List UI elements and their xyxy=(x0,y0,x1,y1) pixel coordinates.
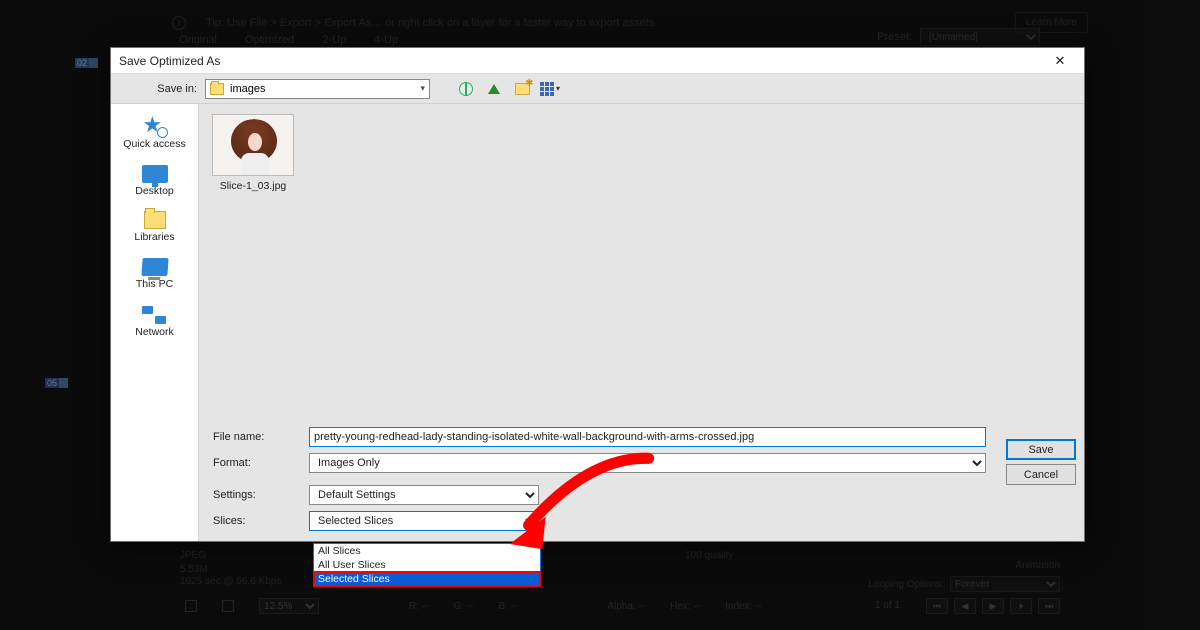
slice-badge-02-icon xyxy=(89,58,98,68)
slice-badge-05-icon xyxy=(59,378,68,388)
preset-select[interactable]: [Unnamed] xyxy=(920,28,1040,46)
info-icon: i xyxy=(172,16,186,30)
chevron-down-icon: ▾ xyxy=(556,84,560,93)
place-label: Quick access xyxy=(123,139,185,151)
animation-label: Animation xyxy=(1016,560,1060,571)
channel-b: B: -- xyxy=(498,601,517,612)
filename-input[interactable] xyxy=(309,427,986,447)
new-folder-button[interactable] xyxy=(512,79,532,99)
savein-combo[interactable]: images ▾ xyxy=(205,79,430,99)
channel-g: G: -- xyxy=(453,601,473,612)
last-frame-button[interactable]: ⏭ xyxy=(1038,598,1060,614)
status-bar: JPEG 5.53M 1025 sec @ 56.6 Kbps 100 qual… xyxy=(160,550,1100,620)
settings-label: Settings: xyxy=(199,489,309,501)
format-select[interactable]: Images Only xyxy=(309,453,986,473)
channel-index: Index: -- xyxy=(725,601,762,612)
thumbnail-label: Slice-1_03.jpg xyxy=(220,180,287,192)
prev-frame-button[interactable]: ◀ xyxy=(954,598,976,614)
slices-option-all[interactable]: All Slices xyxy=(314,544,540,558)
quick-access-icon xyxy=(144,114,166,136)
settings-select[interactable]: Default Settings xyxy=(309,485,539,505)
looping-label: Looping Options: xyxy=(868,579,944,590)
filename-label: File name: xyxy=(199,431,309,443)
slices-option-selected[interactable]: Selected Slices xyxy=(314,572,540,586)
location-strip: Save in: images ▾ ▾ xyxy=(111,74,1084,104)
frame-counter: 1 of 1 xyxy=(875,598,900,614)
learn-more-button[interactable]: Learn More xyxy=(1015,12,1088,33)
preset-row: Preset: [Unnamed] xyxy=(877,28,1040,46)
play-button[interactable]: ▶ xyxy=(982,598,1004,614)
view-menu-button[interactable]: ▾ xyxy=(540,79,560,99)
zoom-select[interactable]: 12.5% xyxy=(259,598,319,614)
save-dialog: Save Optimized As ✕ Save in: images ▾ ▾ … xyxy=(110,47,1085,542)
place-quick-access[interactable]: Quick access xyxy=(123,114,185,151)
close-button[interactable]: ✕ xyxy=(1044,50,1076,72)
status-size: 5.53M xyxy=(180,564,208,575)
place-this-pc[interactable]: This PC xyxy=(136,258,173,291)
checkbox-b[interactable] xyxy=(222,600,234,612)
next-frame-button[interactable]: ⏵ xyxy=(1010,598,1032,614)
looping-row: Looping Options: Forever xyxy=(868,576,1060,592)
slices-label: Slices: xyxy=(199,515,309,527)
back-button[interactable] xyxy=(456,79,476,99)
new-folder-icon xyxy=(515,83,530,95)
places-sidebar: Quick access Desktop Libraries This PC N… xyxy=(111,104,199,541)
view-grid-icon xyxy=(540,82,554,96)
libraries-icon xyxy=(144,211,166,229)
savein-label: Save in: xyxy=(119,83,197,95)
status-time: 1025 sec @ 56.6 Kbps xyxy=(180,576,281,587)
format-label: Format: xyxy=(199,457,309,469)
slices-option-user[interactable]: All User Slices xyxy=(314,558,540,572)
channel-r: R: -- xyxy=(409,601,428,612)
playback-controls: 1 of 1 ⏮ ◀ ▶ ⏵ ⏭ xyxy=(875,598,1060,614)
place-label: Network xyxy=(135,327,174,339)
channel-alpha: Alpha: -- xyxy=(607,601,645,612)
status-type: JPEG xyxy=(180,550,206,561)
form-area: File name: Format: Images Only Settings:… xyxy=(199,425,1076,535)
folder-icon xyxy=(210,83,224,95)
titlebar: Save Optimized As ✕ xyxy=(111,48,1084,74)
up-button[interactable] xyxy=(484,79,504,99)
looping-select[interactable]: Forever xyxy=(950,576,1060,592)
save-button[interactable]: Save xyxy=(1006,439,1076,460)
place-desktop[interactable]: Desktop xyxy=(135,165,174,198)
up-arrow-icon xyxy=(488,84,500,94)
slice-badge-05: 05 xyxy=(45,378,59,388)
checkbox-a[interactable] xyxy=(185,600,197,612)
dialog-title: Save Optimized As xyxy=(119,54,1044,68)
first-frame-button[interactable]: ⏮ xyxy=(926,598,948,614)
tip-text: Tip: Use File > Export > Export As… or r… xyxy=(206,17,995,29)
globe-icon xyxy=(459,82,473,96)
slice-badge-02: 02 xyxy=(75,58,89,68)
channel-hex: Hex: -- xyxy=(670,601,700,612)
thumbnail-image xyxy=(212,114,294,176)
tip-bar: i Tip: Use File > Export > Export As… or… xyxy=(160,0,1100,45)
place-network[interactable]: Network xyxy=(135,304,174,339)
status-quality: 100 quality xyxy=(685,550,733,561)
savein-value: images xyxy=(230,83,265,95)
place-libraries[interactable]: Libraries xyxy=(134,211,174,244)
slices-select[interactable]: Selected Slices xyxy=(309,511,539,531)
file-thumbnail[interactable]: Slice-1_03.jpg xyxy=(209,114,297,192)
preset-label: Preset: xyxy=(877,31,912,43)
place-label: Desktop xyxy=(135,186,174,198)
place-label: Libraries xyxy=(134,232,174,244)
desktop-icon xyxy=(142,165,168,183)
slices-dropdown: All Slices All User Slices Selected Slic… xyxy=(313,543,541,587)
this-pc-icon xyxy=(141,258,168,276)
cancel-button[interactable]: Cancel xyxy=(1006,464,1076,485)
chevron-down-icon: ▾ xyxy=(420,83,425,94)
place-label: This PC xyxy=(136,279,173,291)
network-icon xyxy=(142,304,166,324)
